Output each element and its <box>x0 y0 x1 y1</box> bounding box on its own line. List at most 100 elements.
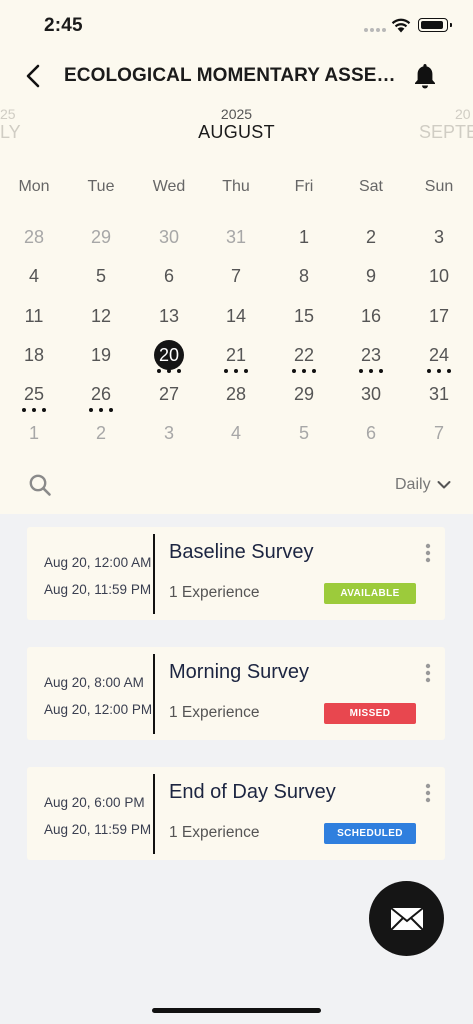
message-fab-button[interactable] <box>369 881 444 956</box>
calendar-day[interactable]: 28 <box>14 222 54 256</box>
calendar-day-number: 31 <box>225 227 247 247</box>
calendar-day-selected[interactable]: 20 <box>149 340 189 374</box>
survey-time-range: Aug 20, 8:00 AM Aug 20, 12:00 PM <box>44 669 152 723</box>
calendar-day[interactable]: 2 <box>81 418 121 452</box>
calendar-day-number: 6 <box>163 266 174 286</box>
event-dots-indicator <box>89 408 113 412</box>
calendar-day[interactable]: 31 <box>419 379 459 413</box>
calendar-day-number: 10 <box>428 266 450 286</box>
calendar-day-number: 30 <box>360 384 382 404</box>
search-icon[interactable] <box>28 473 52 497</box>
divider <box>153 774 155 854</box>
calendar-day[interactable]: 11 <box>14 301 54 335</box>
survey-name: End of Day Survey <box>169 781 336 803</box>
calendar-day[interactable]: 10 <box>419 261 459 295</box>
calendar-day-number: 23 <box>360 345 382 365</box>
calendar-day[interactable]: 29 <box>81 222 121 256</box>
home-indicator <box>152 1008 321 1013</box>
more-options-icon[interactable] <box>422 783 434 803</box>
calendar-day[interactable]: 1 <box>14 418 54 452</box>
mail-icon <box>389 906 424 931</box>
calendar-day-number: 26 <box>90 384 112 404</box>
calendar-day[interactable]: 23 <box>351 340 391 374</box>
event-dots-indicator <box>359 369 383 373</box>
calendar-day-number: 5 <box>298 423 309 443</box>
more-options-icon[interactable] <box>422 663 434 683</box>
event-dots-indicator <box>427 369 451 373</box>
calendar-day[interactable]: 4 <box>14 261 54 295</box>
calendar-day[interactable]: 16 <box>351 301 391 335</box>
calendar-day[interactable]: 25 <box>14 379 54 413</box>
calendar-day[interactable]: 3 <box>149 418 189 452</box>
view-mode-label: Daily <box>395 476 431 493</box>
calendar-day-number: 4 <box>28 266 39 286</box>
calendar-day[interactable]: 17 <box>419 301 459 335</box>
calendar-day-number: 12 <box>90 306 112 326</box>
survey-time-range: Aug 20, 12:00 AM Aug 20, 11:59 PM <box>44 549 151 603</box>
calendar-day[interactable]: 4 <box>216 418 256 452</box>
calendar-day-number: 20 <box>154 340 184 370</box>
calendar-day[interactable]: 30 <box>149 222 189 256</box>
survey-name: Morning Survey <box>169 661 310 683</box>
calendar-day[interactable]: 22 <box>284 340 324 374</box>
calendar-day[interactable]: 29 <box>284 379 324 413</box>
calendar-day-number: 4 <box>230 423 241 443</box>
calendar-day[interactable]: 31 <box>216 222 256 256</box>
survey-experience-count: 1 Experience <box>169 704 260 721</box>
calendar-day-number: 22 <box>293 345 315 365</box>
calendar-day[interactable]: 2 <box>351 222 391 256</box>
event-dots-indicator <box>157 369 181 373</box>
calendar-day[interactable]: 13 <box>149 301 189 335</box>
calendar-day-number: 17 <box>428 306 450 326</box>
calendar-day-number: 24 <box>428 345 450 365</box>
survey-card[interactable]: Aug 20, 6:00 PM Aug 20, 11:59 PM End of Da… <box>27 767 445 860</box>
calendar-day[interactable]: 3 <box>419 222 459 256</box>
calendar-panel: 2:45 ECOLOGICAL MOMENTARY ASSESSMENTS 25… <box>0 0 473 514</box>
view-mode-select[interactable]: Daily <box>395 476 451 494</box>
calendar-day[interactable]: 24 <box>419 340 459 374</box>
calendar-day[interactable]: 21 <box>216 340 256 374</box>
chevron-down-icon <box>437 481 451 489</box>
calendar-day[interactable]: 30 <box>351 379 391 413</box>
calendar-day[interactable]: 26 <box>81 379 121 413</box>
survey-name: Baseline Survey <box>169 541 314 563</box>
survey-experience-count: 1 Experience <box>169 584 260 601</box>
status-badge: SCHEDULED <box>324 823 416 844</box>
calendar-day[interactable]: 28 <box>216 379 256 413</box>
calendar-day[interactable]: 1 <box>284 222 324 256</box>
calendar-day-number: 25 <box>23 384 45 404</box>
calendar-day-number: 8 <box>298 266 309 286</box>
survey-end-time: Aug 20, 12:00 PM <box>44 702 153 717</box>
calendar-day[interactable]: 18 <box>14 340 54 374</box>
calendar-day[interactable]: 7 <box>419 418 459 452</box>
calendar-day[interactable]: 9 <box>351 261 391 295</box>
calendar-day-number: 29 <box>293 384 315 404</box>
calendar-day-number: 2 <box>95 423 106 443</box>
divider <box>153 654 155 734</box>
calendar-day-number: 7 <box>230 266 241 286</box>
calendar-day-number: 18 <box>23 345 45 365</box>
calendar-day[interactable]: 27 <box>149 379 189 413</box>
more-options-icon[interactable] <box>422 543 434 563</box>
event-dots-indicator <box>22 408 46 412</box>
calendar-day-number: 11 <box>24 306 44 326</box>
calendar-day[interactable]: 14 <box>216 301 256 335</box>
calendar-day[interactable]: 12 <box>81 301 121 335</box>
calendar-day[interactable]: 15 <box>284 301 324 335</box>
status-badge: AVAILABLE <box>324 583 416 604</box>
calendar-day-number: 2 <box>365 227 376 247</box>
calendar-day-number: 15 <box>293 306 315 326</box>
survey-card[interactable]: Aug 20, 12:00 AM Aug 20, 11:59 PM Baseline… <box>27 527 445 620</box>
calendar-day[interactable]: 5 <box>284 418 324 452</box>
survey-card[interactable]: Aug 20, 8:00 AM Aug 20, 12:00 PM Morning S… <box>27 647 445 740</box>
calendar-day[interactable]: 8 <box>284 261 324 295</box>
calendar-day[interactable]: 19 <box>81 340 121 374</box>
calendar-day[interactable]: 7 <box>216 261 256 295</box>
status-badge: MISSED <box>324 703 416 724</box>
survey-start-time: Aug 20, 12:00 AM <box>44 555 152 570</box>
calendar-day[interactable]: 5 <box>81 261 121 295</box>
calendar-grid: 28 29 30 31 1 2 3 4 5 6 7 8 9 10 11 12 13 14 15 16 17 18 19 20 2… <box>0 0 473 460</box>
calendar-day-number: 30 <box>158 227 180 247</box>
calendar-day[interactable]: 6 <box>351 418 391 452</box>
calendar-day[interactable]: 6 <box>149 261 189 295</box>
